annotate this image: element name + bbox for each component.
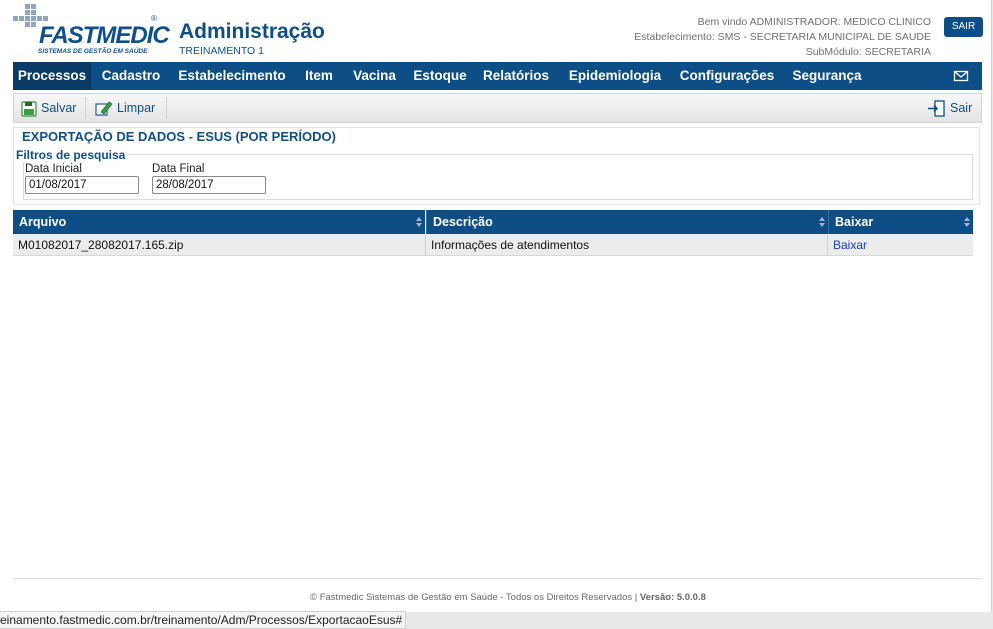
registered-mark: ® — [151, 14, 157, 23]
logout-button[interactable]: SAIR — [944, 17, 983, 37]
page: FASTMEDIC ® SISTEMAS DE GESTÃO EM SAÚDE … — [0, 0, 993, 629]
end-date-label: Data Final — [152, 163, 205, 175]
exit-button[interactable]: Sair — [927, 94, 973, 122]
exit-label: Sair — [950, 101, 973, 115]
envelope-icon[interactable] — [953, 68, 969, 84]
menu-item-epidemiologia[interactable]: Epidemiologia — [563, 62, 667, 90]
end-date-input[interactable] — [152, 176, 266, 194]
toolbar-divider — [85, 97, 86, 119]
column-label: Baixar — [835, 215, 874, 229]
establishment-text: Estabelecimento: SMS - SECRETARIA MUNICI… — [634, 31, 931, 43]
filters-legend: Filtros de pesquisa — [14, 148, 128, 162]
clear-button[interactable]: Limpar — [94, 94, 162, 122]
fastmedic-logo[interactable]: FASTMEDIC ® SISTEMAS DE GESTÃO EM SAÚDE — [13, 4, 170, 60]
column-label: Arquivo — [19, 215, 67, 229]
toolbar: Salvar Limpar Sair — [13, 93, 982, 123]
menu-item-estoque[interactable]: Estoque — [410, 62, 470, 90]
menu-item-cadastro[interactable]: Cadastro — [95, 62, 167, 90]
menu-item-seguranca[interactable]: Segurança — [787, 62, 867, 90]
start-date-label: Data Inicial — [25, 163, 82, 175]
sort-icon — [416, 217, 422, 227]
footer-version: Versão: 5.0.0.8 — [639, 592, 706, 603]
page-subtitle: TREINAMENTO 1 — [179, 45, 264, 57]
app-window: FASTMEDIC ® SISTEMAS DE GESTÃO EM SAÚDE … — [0, 0, 992, 612]
browser-status-url: einamento.fastmedic.com.br/treinamento/A… — [0, 611, 406, 629]
exit-door-icon — [928, 100, 945, 117]
column-label: Descrição — [433, 215, 493, 229]
footer-divider — [13, 578, 982, 579]
start-date-input[interactable] — [25, 176, 139, 194]
cell-arquivo: M01082017_28082017.165.zip — [13, 234, 426, 256]
submodule-text: SubMódulo: SECRETARIA — [805, 46, 931, 58]
sort-icon — [819, 217, 825, 227]
save-button[interactable]: Salvar — [21, 94, 83, 122]
panel-title: EXPORTAÇÃO DE DADOS - ESUS (POR PERÍODO) — [22, 129, 336, 144]
clear-label: Limpar — [117, 101, 156, 115]
column-header-arquivo[interactable]: Arquivo — [13, 210, 425, 234]
footer: © Fastmedic Sistemas de Gestão em Saúde … — [0, 592, 993, 603]
page-title: Administração — [179, 20, 325, 43]
menu-item-configuracoes[interactable]: Configurações — [675, 62, 779, 90]
menu-item-relatorios[interactable]: Relatórios — [478, 62, 554, 90]
column-header-descricao[interactable]: Descrição — [426, 210, 828, 234]
welcome-text: Bem vindo ADMINISTRADOR: MEDICO CLINICO — [697, 16, 931, 28]
save-label: Salvar — [41, 101, 77, 115]
download-link[interactable]: Baixar — [828, 234, 973, 256]
eraser-icon — [95, 101, 113, 116]
brand-tagline: SISTEMAS DE GESTÃO EM SAÚDE — [38, 48, 148, 55]
sort-icon — [964, 217, 970, 227]
menu-item-vacina[interactable]: Vacina — [347, 62, 402, 90]
menu-item-estabelecimento[interactable]: Estabelecimento — [173, 62, 291, 90]
menu-item-item[interactable]: Item — [299, 62, 339, 90]
brand-wordmark: FASTMEDIC — [39, 22, 170, 49]
save-icon — [21, 101, 37, 117]
toolbar-divider — [166, 97, 167, 119]
menu-item-processos[interactable]: Processos — [13, 62, 91, 90]
footer-copyright: © Fastmedic Sistemas de Gestão em Saúde … — [310, 592, 640, 603]
cell-descricao: Informações de atendimentos — [426, 234, 828, 256]
main-menu: Processos Cadastro Estabelecimento Item … — [13, 62, 982, 90]
column-header-baixar[interactable]: Baixar — [828, 210, 973, 234]
